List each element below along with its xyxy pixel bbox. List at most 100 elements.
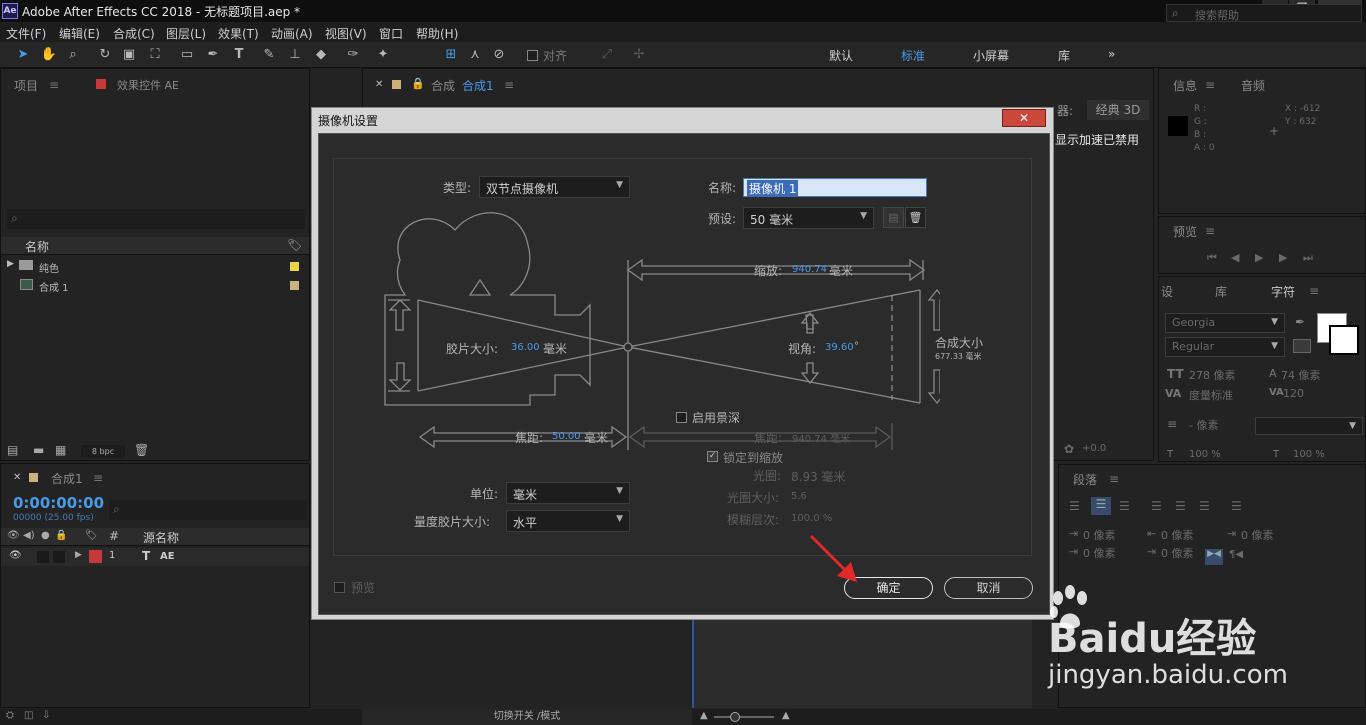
ltr-direction-icon[interactable]: ▶◀ — [1205, 549, 1223, 565]
workspace-more-icon[interactable]: » — [1108, 47, 1115, 61]
menu-window[interactable]: 窗口 — [379, 25, 403, 42]
lock-icon[interactable]: 🔒 — [411, 77, 425, 90]
roto-brush-tool-icon[interactable]: ✑ — [344, 46, 362, 64]
units-dropdown[interactable]: 毫米 ▼ — [506, 482, 630, 504]
menu-help[interactable]: 帮助(H) — [416, 25, 458, 42]
project-item-row[interactable]: ▶ 纯色 — [1, 258, 309, 276]
vertical-scale-value[interactable]: 100 % — [1189, 449, 1221, 460]
space-before-value[interactable]: 0 像素 — [1083, 545, 1116, 561]
timecode[interactable]: 0:00:00:00 — [13, 494, 104, 512]
menu-effect[interactable]: 效果(T) — [218, 25, 259, 42]
tab-composition-name[interactable]: 合成1 — [462, 77, 494, 94]
next-frame-icon[interactable]: ▶ — [1279, 251, 1287, 264]
timeline-footer-icon[interactable]: ⇩ — [42, 710, 50, 721]
bit-depth-button[interactable]: 8 bpc — [81, 445, 125, 458]
horizontal-scale-value[interactable]: 100 % — [1293, 449, 1325, 460]
zoom-slider[interactable] — [714, 716, 774, 718]
play-icon[interactable]: ▶ — [1255, 251, 1263, 264]
visibility-icon[interactable]: 👁 — [7, 530, 20, 541]
last-frame-icon[interactable]: ⏭ — [1303, 251, 1313, 265]
tab-settings[interactable]: 设 — [1161, 283, 1173, 300]
menu-view[interactable]: 视图(V) — [325, 25, 367, 42]
menu-edit[interactable]: 编辑(E) — [59, 25, 100, 42]
label-column-icon[interactable]: 🏷 — [85, 530, 98, 541]
snap-icon[interactable]: ⤢ — [598, 46, 616, 64]
eyedropper-icon[interactable]: ✒ — [1295, 315, 1305, 329]
stroke-type-dropdown[interactable]: ▼ — [1255, 417, 1363, 435]
expand-arrow-icon[interactable]: ▶ — [7, 259, 14, 269]
align-right-icon[interactable]: ☰ — [1119, 499, 1130, 513]
project-item-row[interactable]: 合成 1 — [1, 277, 309, 295]
timeline-search-input[interactable]: ⌕ — [109, 500, 307, 520]
film-size-value[interactable]: 36.00 — [511, 342, 540, 353]
enable-dof-checkbox[interactable] — [676, 412, 687, 423]
new-composition-icon[interactable]: ▦ — [55, 443, 66, 457]
interpret-footage-icon[interactable]: ▤ — [7, 443, 18, 457]
label-column-icon[interactable]: 🏷 — [287, 238, 302, 252]
panel-menu-icon[interactable]: ≡ — [1205, 78, 1215, 92]
rectangle-tool-icon[interactable]: ▭ — [178, 46, 196, 64]
angle-value[interactable]: 39.60 — [825, 342, 854, 353]
preset-dropdown[interactable]: 50 毫米 ▼ — [743, 207, 874, 229]
font-style-dropdown[interactable]: Regular ▼ — [1165, 337, 1285, 357]
type-dropdown[interactable]: 双节点摄像机 ▼ — [479, 176, 630, 198]
tab-preview[interactable]: 预览 — [1173, 223, 1197, 240]
stroke-color-swatch[interactable] — [1329, 325, 1359, 355]
project-search-input[interactable]: ⌕ — [7, 209, 305, 229]
zoom-slider-handle[interactable] — [730, 712, 740, 722]
menu-animation[interactable]: 动画(A) — [271, 25, 313, 42]
panel-menu-icon[interactable]: ≡ — [49, 78, 59, 92]
font-size-value[interactable]: 278 像素 — [1189, 367, 1236, 383]
tracking-value[interactable]: 120 — [1283, 387, 1304, 400]
hand-tool-icon[interactable]: ✋ — [40, 46, 58, 64]
column-source-name[interactable]: 源名称 — [143, 529, 179, 546]
layer-lock-toggle[interactable] — [53, 551, 65, 563]
timeline-footer-icon[interactable]: ⛭ — [6, 710, 14, 721]
measure-film-dropdown[interactable]: 水平 ▼ — [506, 510, 630, 532]
no-fill-icon[interactable] — [1293, 339, 1311, 353]
justify-left-icon[interactable]: ☰ — [1151, 499, 1162, 513]
align-left-icon[interactable]: ☰ — [1069, 499, 1080, 513]
tab-info[interactable]: 信息 — [1173, 77, 1197, 94]
local-axis-icon[interactable]: ⊞ — [442, 46, 460, 64]
focus-distance-value[interactable]: 940.74 毫米 — [792, 430, 850, 445]
font-family-dropdown[interactable]: Georgia ▼ — [1165, 313, 1285, 333]
toggle-switches-modes[interactable]: 切换开关 /模式 — [362, 709, 692, 725]
puppet-tool-icon[interactable]: ✦ — [374, 46, 392, 64]
camera-tool-icon[interactable]: ▣ — [120, 46, 138, 64]
audio-icon[interactable]: ◀) — [23, 530, 35, 541]
tab-effect-controls[interactable]: 效果控件 AE — [117, 77, 179, 93]
first-frame-icon[interactable]: ⏮ — [1207, 251, 1217, 265]
panel-menu-icon[interactable]: ≡ — [1109, 472, 1119, 486]
save-preset-icon[interactable]: ▤ — [883, 207, 904, 228]
first-line-indent-value[interactable]: 0 像素 — [1241, 527, 1274, 543]
text-tool-icon[interactable]: T — [230, 46, 248, 64]
delete-icon[interactable]: 🗑 — [134, 443, 149, 457]
timeline-layer-row[interactable]: 👁 ▶ 1 T AE — [1, 548, 309, 566]
column-number[interactable]: # — [109, 529, 119, 543]
tab-library[interactable]: 库 — [1215, 283, 1227, 300]
zoom-tool-icon[interactable]: ⌕ — [64, 46, 82, 64]
renderer-button[interactable]: 经典 3D — [1087, 100, 1149, 120]
tab-paragraph[interactable]: 段落 — [1073, 471, 1097, 488]
snap-edges-icon[interactable]: ✢ — [630, 46, 648, 64]
zoom-out-icon[interactable]: ▲ — [700, 710, 708, 721]
panel-menu-icon[interactable]: ≡ — [504, 78, 514, 92]
kerning-value[interactable]: 度量标准 — [1189, 387, 1233, 403]
new-folder-icon[interactable]: ▬ — [33, 443, 44, 457]
pen-tool-icon[interactable]: ✒ — [204, 46, 222, 64]
layer-visibility-icon[interactable]: 👁 — [9, 550, 22, 561]
eraser-tool-icon[interactable]: ◆ — [312, 46, 330, 64]
tab-timeline-comp[interactable]: 合成1 — [51, 470, 83, 487]
lock-to-zoom-checkbox[interactable]: ✓ — [707, 451, 718, 462]
panel-menu-icon[interactable]: ≡ — [1309, 284, 1319, 298]
tab-composition[interactable]: 合成 — [431, 77, 455, 94]
tab-audio[interactable]: 音频 — [1241, 77, 1265, 94]
pan-behind-tool-icon[interactable]: ⛶ — [146, 46, 164, 64]
layer-solo-toggle[interactable] — [37, 551, 49, 563]
rotate-tool-icon[interactable]: ↻ — [96, 46, 114, 64]
zoom-in-icon[interactable]: ▲ — [782, 710, 790, 721]
tab-character[interactable]: 字符 — [1271, 283, 1295, 300]
panel-menu-icon[interactable]: ≡ — [93, 471, 103, 485]
zoom-value[interactable]: 940.74 — [792, 264, 827, 275]
